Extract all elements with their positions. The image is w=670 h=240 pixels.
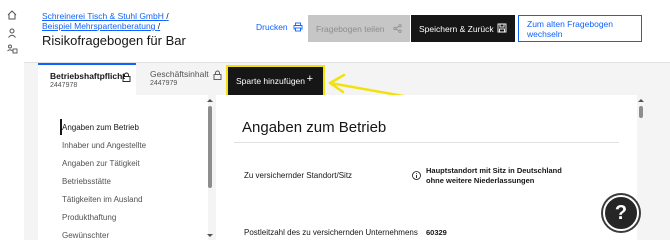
org-icon[interactable]	[6, 43, 18, 55]
section-nav: Angaben zum Betrieb Inhaber und Angestel…	[24, 95, 216, 240]
print-label: Drucken	[256, 22, 288, 32]
field-value-standort: Hauptstandort mit Sitz in Deutschland oh…	[426, 166, 562, 186]
breadcrumb-company[interactable]: Schreinerei Tisch & Stuhl GmbH /	[42, 11, 169, 21]
tab-title: Geschäftsinhalt	[150, 69, 209, 79]
share-icon	[393, 24, 402, 33]
share-questionnaire-button[interactable]: Fragebogen teilen	[308, 15, 410, 42]
nav-item-angaben-zum-betrieb[interactable]: Angaben zum Betrieb	[62, 123, 139, 132]
switch-old-questionnaire-button[interactable]: Zum alten Fragebogen wechseln	[518, 15, 642, 42]
info-icon[interactable]	[412, 171, 421, 180]
field-label-standort: Zu versichernder Standort/Sitz	[244, 171, 353, 180]
field-value-postleitzahl: 60329	[426, 228, 447, 237]
user-icon[interactable]	[6, 27, 18, 39]
nav-item-betriebsstaette[interactable]: Betriebsstätte	[62, 177, 111, 186]
section-nav-list: Angaben zum Betrieb Inhaber und Angestel…	[38, 95, 208, 240]
main-content: Angaben zum Betrieb Zu versichernder Sta…	[216, 95, 670, 240]
lock-icon	[213, 70, 222, 80]
nav-item-taetigkeit[interactable]: Angaben zur Tätigkeit	[62, 159, 140, 168]
tab-number: 2447979	[150, 80, 178, 87]
save-and-back-button[interactable]: Speichern & Zurück	[411, 15, 515, 42]
nav-item-produkthaftung[interactable]: Produkthaftung	[62, 213, 116, 222]
print-button[interactable]: Drucken	[256, 22, 303, 32]
form-panel: Angaben zum Betrieb Zu versichernder Sta…	[216, 95, 637, 240]
tab-betriebshaftpflicht[interactable]: Betriebshaftpflicht 2447978	[38, 63, 136, 96]
section-heading: Angaben zum Betrieb	[242, 119, 387, 136]
tab-title: Betriebshaftpflicht	[50, 71, 126, 81]
breadcrumb-separator: /	[157, 21, 161, 31]
switch-label: Zum alten Fragebogen wechseln	[527, 18, 613, 39]
content-scrollbar[interactable]	[638, 98, 644, 238]
nav-item-inhaber[interactable]: Inhaber und Angestellte	[62, 141, 146, 150]
page-title: Risikofragebogen für Bar	[42, 33, 186, 48]
help-button[interactable]: ?	[603, 195, 639, 231]
nav-item-gewuenschter[interactable]: Gewünschter	[62, 231, 109, 240]
nav-item-ausland[interactable]: Tätigkeiten im Ausland	[62, 195, 143, 204]
breadcrumb-separator: /	[166, 11, 169, 21]
home-icon[interactable]	[6, 9, 18, 21]
value-line: ohne weitere Niederlassungen	[426, 176, 535, 185]
value-line: Hauptstandort mit Sitz in Deutschland	[426, 166, 562, 175]
add-line-label: Sparte hinzufügen	[236, 76, 305, 86]
nav-scrollbar[interactable]	[207, 98, 213, 238]
save-icon	[497, 23, 507, 33]
page-header: Schreinerei Tisch & Stuhl GmbH / Beispie…	[24, 0, 670, 62]
breadcrumb-consultation[interactable]: Beispiel Mehrspartenberatung /	[42, 21, 160, 31]
divider	[234, 142, 619, 143]
lock-icon	[122, 72, 131, 82]
tab-number: 2447978	[50, 82, 78, 89]
printer-icon	[293, 22, 303, 32]
tab-geschaeftsinhalt[interactable]: Geschäftsinhalt 2447979	[138, 63, 226, 96]
left-rail	[0, 0, 24, 240]
field-label-postleitzahl: Postleitzahl des zu versichernden Untern…	[244, 228, 418, 237]
save-label: Speichern & Zurück	[419, 23, 494, 34]
share-label: Fragebogen teilen	[316, 23, 385, 34]
